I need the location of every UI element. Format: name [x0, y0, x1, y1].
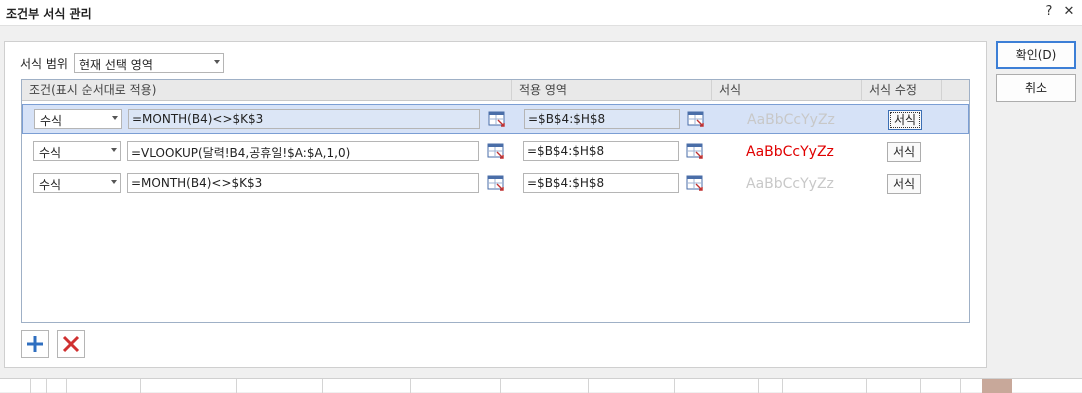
range-picker-icon[interactable]: [486, 141, 506, 161]
range-picker-icon[interactable]: [686, 109, 706, 129]
scope-label: 서식 범위: [20, 57, 68, 71]
title-bar: 조건부 서식 관리 ? ✕: [0, 0, 1082, 26]
delete-rule-button[interactable]: [57, 330, 85, 358]
header-range: 적용 영역: [512, 80, 712, 101]
header-condition: 조건(표시 순서대로 적용): [22, 80, 512, 101]
rule-row-3[interactable]: 수식 =MONTH(B4)<>$K$3 =$B$4:$H$8 AaBbCcYyZ…: [22, 168, 969, 198]
window-title: 조건부 서식 관리: [6, 7, 92, 21]
range-picker-icon[interactable]: [487, 109, 507, 129]
rule-type-value: 수식: [40, 114, 63, 128]
rule-type-value: 수식: [39, 178, 62, 192]
rule-type-select[interactable]: 수식: [33, 141, 121, 161]
format-preview: AaBbCcYyZz: [746, 176, 834, 192]
add-rule-button[interactable]: [21, 330, 49, 358]
plus-icon: [27, 336, 43, 352]
help-button[interactable]: ?: [1040, 3, 1058, 21]
range-field[interactable]: =$B$4:$H$8: [523, 173, 679, 193]
rules-grid: 조건(표시 순서대로 적용) 적용 영역 서식 서식 수정 수식 =MONTH(…: [21, 79, 970, 323]
rule-type-value: 수식: [39, 146, 62, 160]
scope-value: 현재 선택 영역: [79, 58, 153, 72]
grid-header: 조건(표시 순서대로 적용) 적용 영역 서식 서식 수정: [22, 80, 969, 101]
close-button[interactable]: ✕: [1060, 3, 1078, 21]
header-edit: 서식 수정: [862, 80, 942, 101]
range-picker-icon[interactable]: [685, 173, 705, 193]
x-icon: [62, 335, 80, 353]
format-button[interactable]: 서식: [888, 110, 922, 130]
range-picker-icon[interactable]: [685, 141, 705, 161]
format-preview: AaBbCcYyZz: [746, 144, 834, 160]
format-button[interactable]: 서식: [887, 142, 921, 162]
formula-field[interactable]: =MONTH(B4)<>$K$3: [128, 109, 480, 129]
chevron-down-icon: [214, 60, 220, 64]
ok-button[interactable]: 확인(D): [996, 41, 1076, 69]
rule-type-select[interactable]: 수식: [34, 109, 122, 129]
range-field[interactable]: =$B$4:$H$8: [523, 141, 679, 161]
range-picker-icon[interactable]: [486, 173, 506, 193]
sheet-background-strip: [0, 378, 1082, 393]
cancel-button[interactable]: 취소: [996, 74, 1076, 102]
rule-row-2[interactable]: 수식 =VLOOKUP(달력!B4,공휴일!$A:$A,1,0) =$B$4:$…: [22, 136, 969, 166]
rule-type-select[interactable]: 수식: [33, 173, 121, 193]
format-preview: AaBbCcYyZz: [747, 112, 835, 128]
header-format: 서식: [712, 80, 862, 101]
scope-dropdown[interactable]: 현재 선택 영역: [74, 53, 224, 73]
range-field[interactable]: =$B$4:$H$8: [524, 109, 680, 129]
formula-field[interactable]: =VLOOKUP(달력!B4,공휴일!$A:$A,1,0): [127, 141, 479, 161]
chevron-down-icon: [112, 116, 118, 120]
rule-row-1[interactable]: 수식 =MONTH(B4)<>$K$3 =$B$4:$H$8 AaBbCcYyZ…: [22, 104, 969, 134]
chevron-down-icon: [111, 180, 117, 184]
formula-field[interactable]: =MONTH(B4)<>$K$3: [127, 173, 479, 193]
format-button[interactable]: 서식: [887, 174, 921, 194]
chevron-down-icon: [111, 148, 117, 152]
